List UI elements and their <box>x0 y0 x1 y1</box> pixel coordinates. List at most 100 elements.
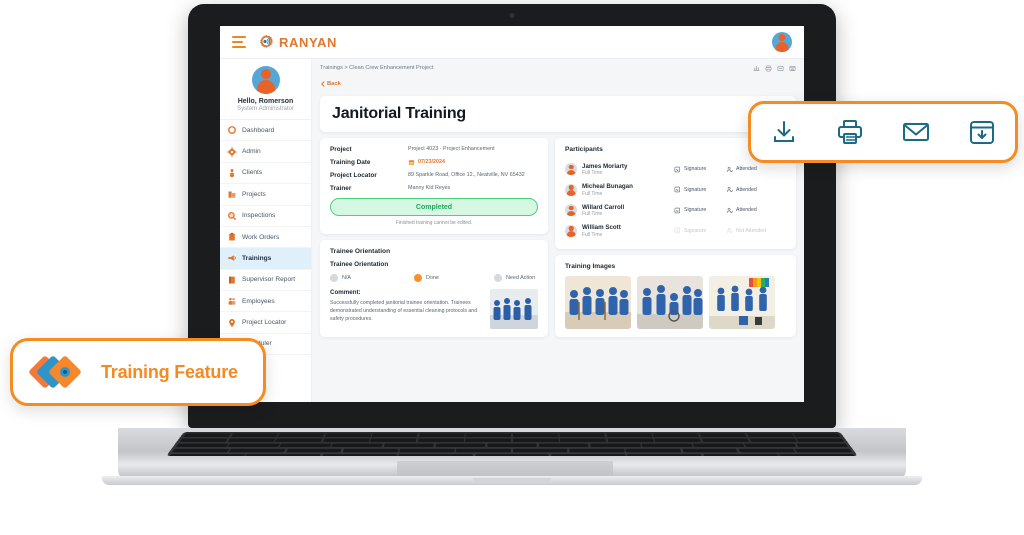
sidebar-item-label: Trainings <box>242 254 272 262</box>
comment-label: Comment: <box>330 289 361 297</box>
print-button[interactable] <box>830 115 870 149</box>
orientation-option-need-action[interactable]: Need Action <box>494 274 536 283</box>
participant-row: James Moriarty Full Time Signature Atten… <box>565 159 786 180</box>
orientation-option-label: Need Action <box>506 275 536 282</box>
breadcrumb: Trainings > Clean Crew Enhancement Proje… <box>320 65 434 71</box>
sidebar-item-project-locator[interactable]: Project Locator <box>220 312 311 334</box>
print-icon[interactable] <box>765 65 772 72</box>
hamburger-icon[interactable] <box>232 36 246 48</box>
signature-icon <box>674 166 680 172</box>
sidebar-item-label: Admin <box>242 148 261 156</box>
note-icon[interactable] <box>777 65 784 72</box>
keyboard-row <box>169 448 855 453</box>
participant-name: Willard Carroll <box>582 203 625 211</box>
training-images-title: Training Images <box>565 263 616 270</box>
detail-field-value: 89 Sparkle Road, Office 12., Neatville, … <box>408 172 525 179</box>
trainee-orientation-card: Trainee Orientation Trainee Orientation … <box>320 240 548 338</box>
keyboard-key <box>230 433 278 437</box>
keyboard-key <box>274 438 323 442</box>
email-button[interactable] <box>896 115 936 149</box>
orientation-option-done[interactable]: Done <box>414 274 494 283</box>
orientation-option-n-a[interactable]: N/A <box>330 274 414 283</box>
sidebar-item-work-orders[interactable]: Work Orders <box>220 227 311 249</box>
brand-logo[interactable]: RANYAN <box>258 34 337 51</box>
participant-attendance: Attended <box>726 166 780 173</box>
participant-signature[interactable]: Signature <box>674 207 726 214</box>
keyboard-key <box>792 433 841 437</box>
comment-photo[interactable] <box>490 289 538 330</box>
download-button[interactable] <box>764 115 804 149</box>
laptop-base <box>118 428 906 480</box>
laptop-keyboard <box>166 432 858 456</box>
detail-field-label: Training Date <box>330 159 371 167</box>
participant-signature[interactable]: Signature <box>674 186 726 193</box>
participants-list: James Moriarty Full Time Signature Atten… <box>565 159 786 241</box>
sidebar-item-trainings[interactable]: Trainings <box>220 248 311 270</box>
sidebar-item-dashboard[interactable]: Dashboard <box>220 120 311 142</box>
training-images-card: Training Images <box>555 255 796 337</box>
training-images-grid <box>565 276 786 329</box>
header-avatar[interactable] <box>772 32 792 52</box>
keyboard-key <box>625 448 682 453</box>
keyboard-key <box>383 443 435 448</box>
keyboard-key <box>589 443 641 448</box>
sidebar-role: System Administrator <box>237 106 294 112</box>
orientation-option-label: Done <box>426 275 439 282</box>
sidebar-item-projects[interactable]: Projects <box>220 184 311 206</box>
keyboard-row <box>166 453 858 456</box>
keyboard-key <box>692 443 745 448</box>
app-header: RANYAN <box>220 26 804 59</box>
sidebar-item-label: Supervisor Report <box>242 276 296 284</box>
attendance-icon <box>726 228 733 234</box>
keyboard-key <box>370 438 417 442</box>
main-content: Trainings > Clean Crew Enhancement Proje… <box>312 59 804 402</box>
keyboard-key <box>778 453 856 456</box>
keyboard-key <box>652 433 700 437</box>
sidebar-item-label: Project Locator <box>242 319 287 327</box>
keyboard-key <box>324 433 372 437</box>
keyboard-key <box>279 443 332 448</box>
project-details-card: Project Project 4023 - Project Enhanceme… <box>320 138 548 235</box>
content-columns: Project Project 4023 - Project Enhanceme… <box>320 138 796 338</box>
sidebar-item-employees[interactable]: Employees <box>220 291 311 313</box>
sidebar-greeting: Hello, Romerson <box>237 98 294 105</box>
keyboard-key <box>227 438 276 442</box>
signature-icon <box>674 187 680 193</box>
archive-button[interactable] <box>962 115 1002 149</box>
diamonds-logo-icon <box>29 356 81 388</box>
detail-field-value: Project 4023 - Project Enhancement <box>408 146 495 152</box>
status-badge[interactable]: Completed <box>330 198 538 217</box>
keyboard-key <box>321 453 398 456</box>
orientation-option-label: N/A <box>342 275 351 282</box>
keyboard-row <box>177 438 848 442</box>
print-icon <box>838 120 862 144</box>
sidebar-item-label: Employees <box>242 297 275 305</box>
download-icon <box>774 121 794 142</box>
training-image[interactable] <box>709 276 775 329</box>
keyboard-key <box>699 433 747 437</box>
participant-signature[interactable]: Signature <box>674 166 726 173</box>
sidebar-user: Hello, Romerson System Administrator <box>220 66 311 120</box>
sidebar-item-admin[interactable]: Admin <box>220 141 311 163</box>
participant-type: Full Time <box>582 211 603 217</box>
detail-field: Training Date 07/23/2024 <box>330 159 538 166</box>
keyboard-row <box>180 433 843 437</box>
signature-icon <box>674 207 680 213</box>
employees-icon <box>228 298 236 305</box>
participant-attendance: Attended <box>726 207 780 214</box>
gear-signal-icon <box>260 34 273 48</box>
status-note: Finished training cannot be edited. <box>395 220 473 227</box>
training-image[interactable] <box>637 276 703 329</box>
chart-icon[interactable] <box>753 65 760 72</box>
training-image[interactable] <box>565 276 631 329</box>
archive-icon[interactable] <box>789 65 796 72</box>
laptop-notch <box>473 478 551 483</box>
keyboard-row <box>173 443 851 448</box>
screenshot-root: RANYAN Hello, Romerson System Administra… <box>0 0 1024 535</box>
sidebar-item-clients[interactable]: Clients <box>220 163 311 185</box>
magnifier-icon <box>227 211 236 220</box>
back-button[interactable]: Back <box>320 81 341 87</box>
sidebar-item-supervisor-report[interactable]: Supervisor Report <box>220 270 311 291</box>
breadcrumb-row: Trainings > Clean Crew Enhancement Proje… <box>320 65 796 92</box>
sidebar-item-inspections[interactable]: Inspections <box>220 206 311 227</box>
